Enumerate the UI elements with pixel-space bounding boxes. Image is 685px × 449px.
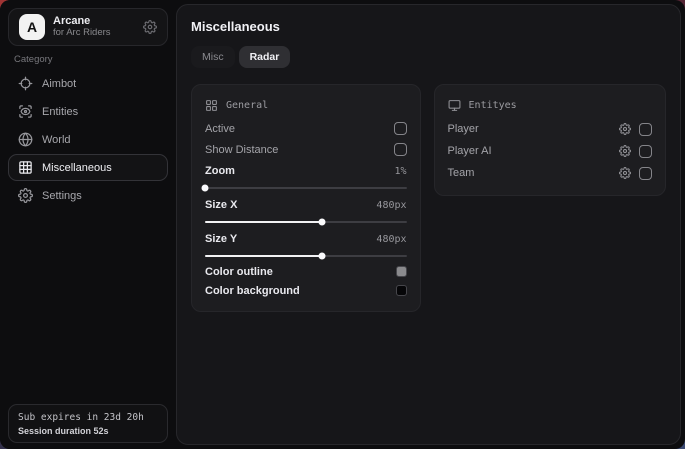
player-ai-checkbox[interactable]: [639, 145, 652, 158]
row-label: Size X: [205, 199, 237, 211]
sidebar-item-label: World: [42, 134, 71, 146]
size-x-slider[interactable]: [205, 221, 407, 223]
session-duration-text: Session duration 52s: [18, 426, 158, 436]
page-title: Miscellaneous: [191, 19, 666, 34]
entities-card-title: Entityes: [469, 100, 517, 111]
slider-value: 1%: [394, 166, 406, 177]
scan-eye-icon: [18, 104, 33, 119]
main-panel: Miscellaneous MiscRadar General Active Sh…: [176, 4, 681, 445]
general-card: General Active Show Distance Zoom 1% Size X 4…: [191, 84, 421, 312]
sub-expiry-text: Sub expires in 23d 20h: [18, 412, 158, 423]
slider-thumb[interactable]: [202, 185, 209, 192]
size-y-slider[interactable]: [205, 255, 407, 257]
gear-icon[interactable]: [619, 167, 631, 179]
row-color-background: Color background: [205, 281, 407, 300]
general-card-title: General: [226, 100, 268, 111]
row-show-distance: Show Distance: [205, 139, 407, 160]
entities-rows: Player Player AI Team: [448, 118, 652, 184]
sidebar-item-label: Settings: [42, 190, 82, 202]
row-player-ai: Player AI: [448, 140, 652, 162]
row-label: Color background: [205, 285, 300, 297]
row-label: Zoom: [205, 165, 235, 177]
category-label: Category: [14, 54, 53, 65]
sidebar-item-label: Miscellaneous: [42, 162, 112, 174]
crosshair-icon: [18, 76, 33, 91]
general-rows: ActiveShow DistanceZoom1%Size X480pxSize…: [205, 118, 407, 300]
slider-thumb[interactable]: [318, 253, 325, 260]
row-active: Active: [205, 118, 407, 139]
row-label: Show Distance: [205, 144, 278, 156]
monitor-icon: [448, 99, 461, 112]
layout-grid-icon: [205, 99, 218, 112]
sidebar: A Arcane for Arc Riders Category Aimbot E…: [0, 0, 175, 449]
app-window: A Arcane for Arc Riders Category Aimbot E…: [0, 0, 685, 449]
sidebar-item-settings[interactable]: Settings: [8, 182, 168, 209]
team-checkbox[interactable]: [639, 167, 652, 180]
show-distance-checkbox[interactable]: [394, 143, 407, 156]
gear-icon[interactable]: [619, 145, 631, 157]
app-title: Arcane: [53, 15, 135, 28]
sidebar-item-label: Entities: [42, 106, 78, 118]
sidebar-item-world[interactable]: World: [8, 126, 168, 153]
gear-icon[interactable]: [619, 123, 631, 135]
row-color-outline: Color outline: [205, 262, 407, 281]
tab-bar: MiscRadar: [191, 46, 666, 68]
active-checkbox[interactable]: [394, 122, 407, 135]
slider-size-y: Size Y 480px: [205, 228, 407, 262]
app-subtitle: for Arc Riders: [53, 28, 135, 39]
row-label: Color outline: [205, 266, 273, 278]
globe-icon: [18, 132, 33, 147]
gear-icon[interactable]: [143, 20, 157, 34]
row-team: Team: [448, 162, 652, 184]
grid-icon: [18, 160, 33, 175]
slider-zoom: Zoom 1%: [205, 160, 407, 194]
sidebar-item-label: Aimbot: [42, 78, 76, 90]
row-label: Size Y: [205, 233, 237, 245]
slider-size-x: Size X 480px: [205, 194, 407, 228]
sidebar-nav: Aimbot Entities World Miscellaneous Settings: [8, 70, 168, 210]
tab-radar[interactable]: Radar: [239, 46, 291, 68]
slider-value: 480px: [376, 200, 406, 211]
entities-card: Entityes Player Player AI Team: [434, 84, 666, 196]
color-outline-swatch[interactable]: [396, 266, 407, 277]
gear-icon: [18, 188, 33, 203]
sidebar-item-miscellaneous[interactable]: Miscellaneous: [8, 154, 168, 181]
color-background-swatch[interactable]: [396, 285, 407, 296]
row-label: Player: [448, 123, 479, 135]
app-logo: A: [19, 14, 45, 40]
subscription-card: Sub expires in 23d 20h Session duration …: [8, 404, 168, 443]
row-label: Player AI: [448, 145, 492, 157]
sidebar-item-aimbot[interactable]: Aimbot: [8, 70, 168, 97]
player-checkbox[interactable]: [639, 123, 652, 136]
slider-value: 480px: [376, 234, 406, 245]
zoom-slider[interactable]: [205, 187, 407, 189]
row-label: Team: [448, 167, 475, 179]
slider-thumb[interactable]: [318, 219, 325, 226]
row-player: Player: [448, 118, 652, 140]
sidebar-item-entities[interactable]: Entities: [8, 98, 168, 125]
row-label: Active: [205, 123, 235, 135]
tab-misc[interactable]: Misc: [191, 46, 235, 68]
logo-card: A Arcane for Arc Riders: [8, 8, 168, 46]
